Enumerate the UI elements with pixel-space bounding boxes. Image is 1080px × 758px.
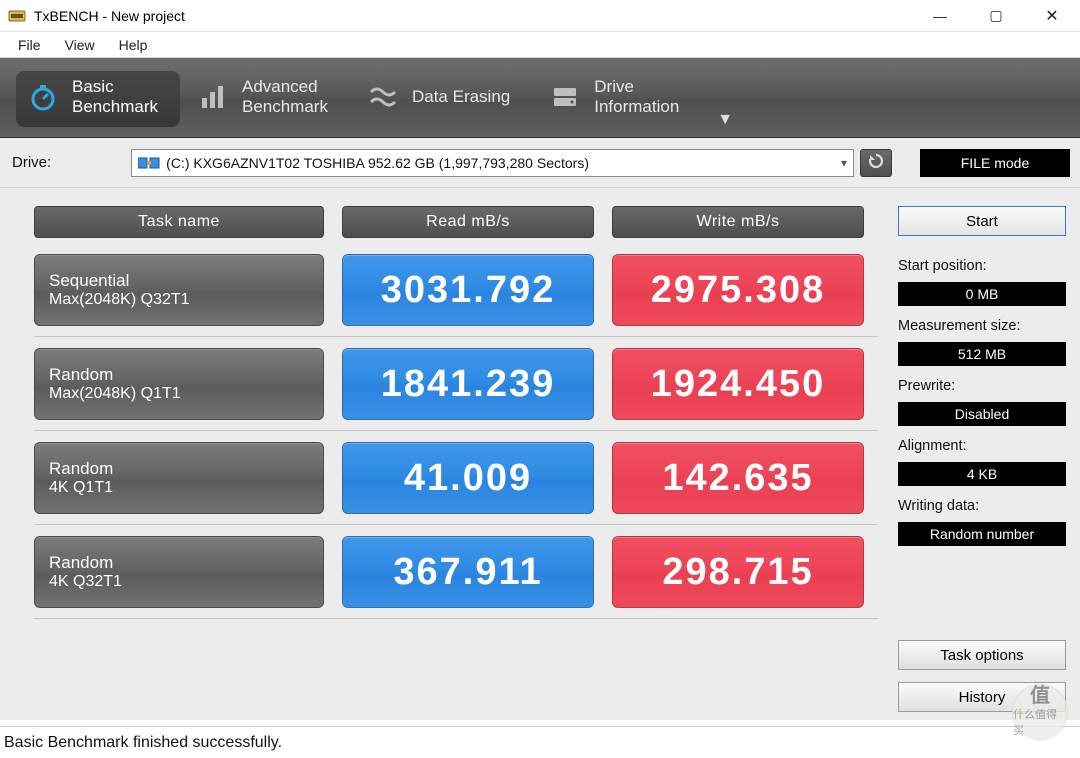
tab-data-erasing[interactable]: Data Erasing <box>356 70 532 126</box>
close-button[interactable]: ✕ <box>1024 0 1080 31</box>
writing-data-label: Writing data: <box>898 498 1066 514</box>
drive-selected-text: (C:) KXG6AZNV1T02 TOSHIBA 952.62 GB (1,9… <box>166 155 589 171</box>
task-name-l1: Random <box>49 459 309 479</box>
alignment-label: Alignment: <box>898 438 1066 454</box>
task-name-l2: 4K Q32T1 <box>49 573 309 591</box>
menu-file[interactable]: File <box>6 35 53 55</box>
task-name-l2: 4K Q1T1 <box>49 479 309 497</box>
read-value: 367.911 <box>342 536 594 608</box>
bench-row-1: Random Max(2048K) Q1T1 1841.239 1924.450 <box>34 348 878 420</box>
tab-advanced-benchmark[interactable]: Advanced Benchmark <box>186 70 350 126</box>
bench-row-0: Sequential Max(2048K) Q32T1 3031.792 297… <box>34 254 878 326</box>
measurement-size-label: Measurement size: <box>898 318 1066 334</box>
titlebar: TxBENCH - New project — ▢ ✕ <box>0 0 1080 32</box>
task-rand-max2048-q1t1[interactable]: Random Max(2048K) Q1T1 <box>34 348 324 420</box>
task-options-button[interactable]: Task options <box>898 640 1066 670</box>
status-bar: Basic Benchmark finished successfully. <box>0 726 1080 758</box>
prewrite-value[interactable]: Disabled <box>898 402 1066 426</box>
start-position-value[interactable]: 0 MB <box>898 282 1066 306</box>
disk-icon <box>138 155 160 171</box>
file-mode-button[interactable]: FILE mode <box>920 149 1070 177</box>
bench-row-2: Random 4K Q1T1 41.009 142.635 <box>34 442 878 514</box>
menubar: File View Help <box>0 32 1080 58</box>
status-text: Basic Benchmark finished successfully. <box>4 734 282 752</box>
task-rand-4k-q1t1[interactable]: Random 4K Q1T1 <box>34 442 324 514</box>
chevron-down-icon: ▾ <box>841 156 847 170</box>
tab-drive-l1: Drive <box>594 77 679 97</box>
task-rand-4k-q32t1[interactable]: Random 4K Q32T1 <box>34 536 324 608</box>
main-area: Task name Read mB/s Write mB/s Sequentia… <box>0 188 1080 720</box>
watermark-char: 值 <box>1030 686 1050 706</box>
task-name-l1: Sequential <box>49 271 309 291</box>
drive-icon <box>548 82 582 112</box>
minimize-button[interactable]: — <box>912 0 968 31</box>
drive-label: Drive: <box>12 154 51 171</box>
menu-view[interactable]: View <box>53 35 107 55</box>
stopwatch-icon <box>26 82 60 112</box>
tab-overflow-arrow[interactable]: ▼ <box>707 105 743 135</box>
watermark-badge: 值 什么值得买 <box>1012 684 1068 740</box>
read-value: 3031.792 <box>342 254 594 326</box>
read-value: 1841.239 <box>342 348 594 420</box>
tab-drive-information[interactable]: Drive Information <box>538 70 701 126</box>
write-value: 298.715 <box>612 536 864 608</box>
wave-icon <box>366 82 400 112</box>
bars-icon <box>196 82 230 112</box>
task-name-l1: Random <box>49 553 309 573</box>
app-icon <box>8 7 26 25</box>
read-value: 41.009 <box>342 442 594 514</box>
maximize-button[interactable]: ▢ <box>968 0 1024 31</box>
prewrite-label: Prewrite: <box>898 378 1066 394</box>
col-task-name: Task name <box>34 206 324 238</box>
write-value: 142.635 <box>612 442 864 514</box>
writing-data-value[interactable]: Random number <box>898 522 1066 546</box>
alignment-value[interactable]: 4 KB <box>898 462 1066 486</box>
tab-basic-l2: Benchmark <box>72 97 158 117</box>
menu-help[interactable]: Help <box>107 35 160 55</box>
drive-select[interactable]: (C:) KXG6AZNV1T02 TOSHIBA 952.62 GB (1,9… <box>131 149 854 177</box>
tab-basic-l1: Basic <box>72 77 158 97</box>
start-button[interactable]: Start <box>898 206 1066 236</box>
task-name-l2: Max(2048K) Q1T1 <box>49 385 309 403</box>
tab-erase-label: Data Erasing <box>412 87 510 107</box>
results-panel: Task name Read mB/s Write mB/s Sequentia… <box>0 188 894 720</box>
start-position-label: Start position: <box>898 258 1066 274</box>
drive-bar: Drive: (C:) KXG6AZNV1T02 TOSHIBA 952.62 … <box>0 138 1080 188</box>
tab-drive-l2: Information <box>594 97 679 117</box>
tab-basic-benchmark[interactable]: Basic Benchmark <box>16 70 180 126</box>
write-value: 1924.450 <box>612 348 864 420</box>
tabstrip: Basic Benchmark Advanced Benchmark Data … <box>0 58 1080 138</box>
measurement-size-value[interactable]: 512 MB <box>898 342 1066 366</box>
watermark-sub: 什么值得买 <box>1013 706 1067 738</box>
refresh-button[interactable] <box>860 149 892 177</box>
tab-adv-l1: Advanced <box>242 77 328 97</box>
col-read: Read mB/s <box>342 206 594 238</box>
side-panel: Start Start position: 0 MB Measurement s… <box>894 188 1080 720</box>
refresh-icon <box>867 152 885 173</box>
task-name-l2: Max(2048K) Q32T1 <box>49 291 309 309</box>
tab-adv-l2: Benchmark <box>242 97 328 117</box>
task-name-l1: Random <box>49 365 309 385</box>
col-write: Write mB/s <box>612 206 864 238</box>
write-value: 2975.308 <box>612 254 864 326</box>
task-seq-max2048-q32t1[interactable]: Sequential Max(2048K) Q32T1 <box>34 254 324 326</box>
window-title: TxBENCH - New project <box>34 8 185 24</box>
bench-row-3: Random 4K Q32T1 367.911 298.715 <box>34 536 878 608</box>
